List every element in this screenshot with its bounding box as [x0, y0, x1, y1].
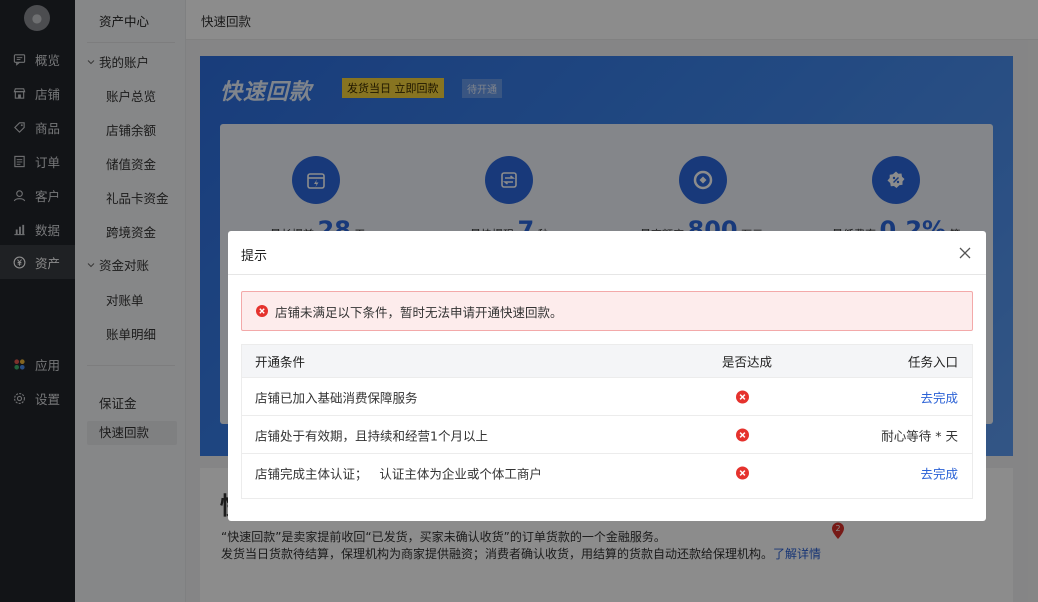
condition-text: 店铺处于有效期，且持续和经营1个月以上 [255, 428, 488, 443]
wait-text: 耐心等待 * 天 [881, 428, 958, 443]
go-complete-link[interactable]: 去完成 [920, 463, 958, 482]
dialog-header: 提示 [228, 231, 986, 275]
column-header: 是否达成 [722, 354, 773, 370]
alert-text: 店铺未满足以下条件，暂时无法申请开通快速回款。 [275, 304, 563, 320]
error-alert: 店铺未满足以下条件，暂时无法申请开通快速回款。 [241, 291, 973, 331]
go-complete-link[interactable]: 去完成 [920, 387, 958, 406]
error-icon [256, 305, 268, 317]
table-row: 店铺已加入基础消费保障服务 去完成 [242, 377, 972, 415]
column-header: 任务入口 [907, 354, 958, 370]
table-row: 店铺完成主体认证； 认证主体为企业或个体工商户 去完成 [242, 453, 972, 491]
prompt-dialog: 提示 店铺未满足以下条件，暂时无法申请开通快速回款。 开通条件 是否达成 任务入… [228, 231, 986, 521]
table-row: 店铺处于有效期，且持续和经营1个月以上 耐心等待 * 天 [242, 415, 972, 453]
not-met-icon [736, 428, 749, 441]
close-icon[interactable] [958, 246, 972, 260]
column-header: 开通条件 [255, 354, 306, 370]
table-header: 开通条件 是否达成 任务入口 [242, 345, 972, 377]
dialog-title: 提示 [241, 249, 268, 264]
condition-text: 店铺完成主体认证； 认证主体为企业或个体工商户 [255, 466, 542, 481]
conditions-table: 开通条件 是否达成 任务入口 店铺已加入基础消费保障服务 去完成 店铺处于有效期… [241, 344, 973, 499]
not-met-icon [736, 466, 749, 479]
not-met-icon [736, 390, 749, 403]
condition-text: 店铺已加入基础消费保障服务 [255, 390, 418, 405]
